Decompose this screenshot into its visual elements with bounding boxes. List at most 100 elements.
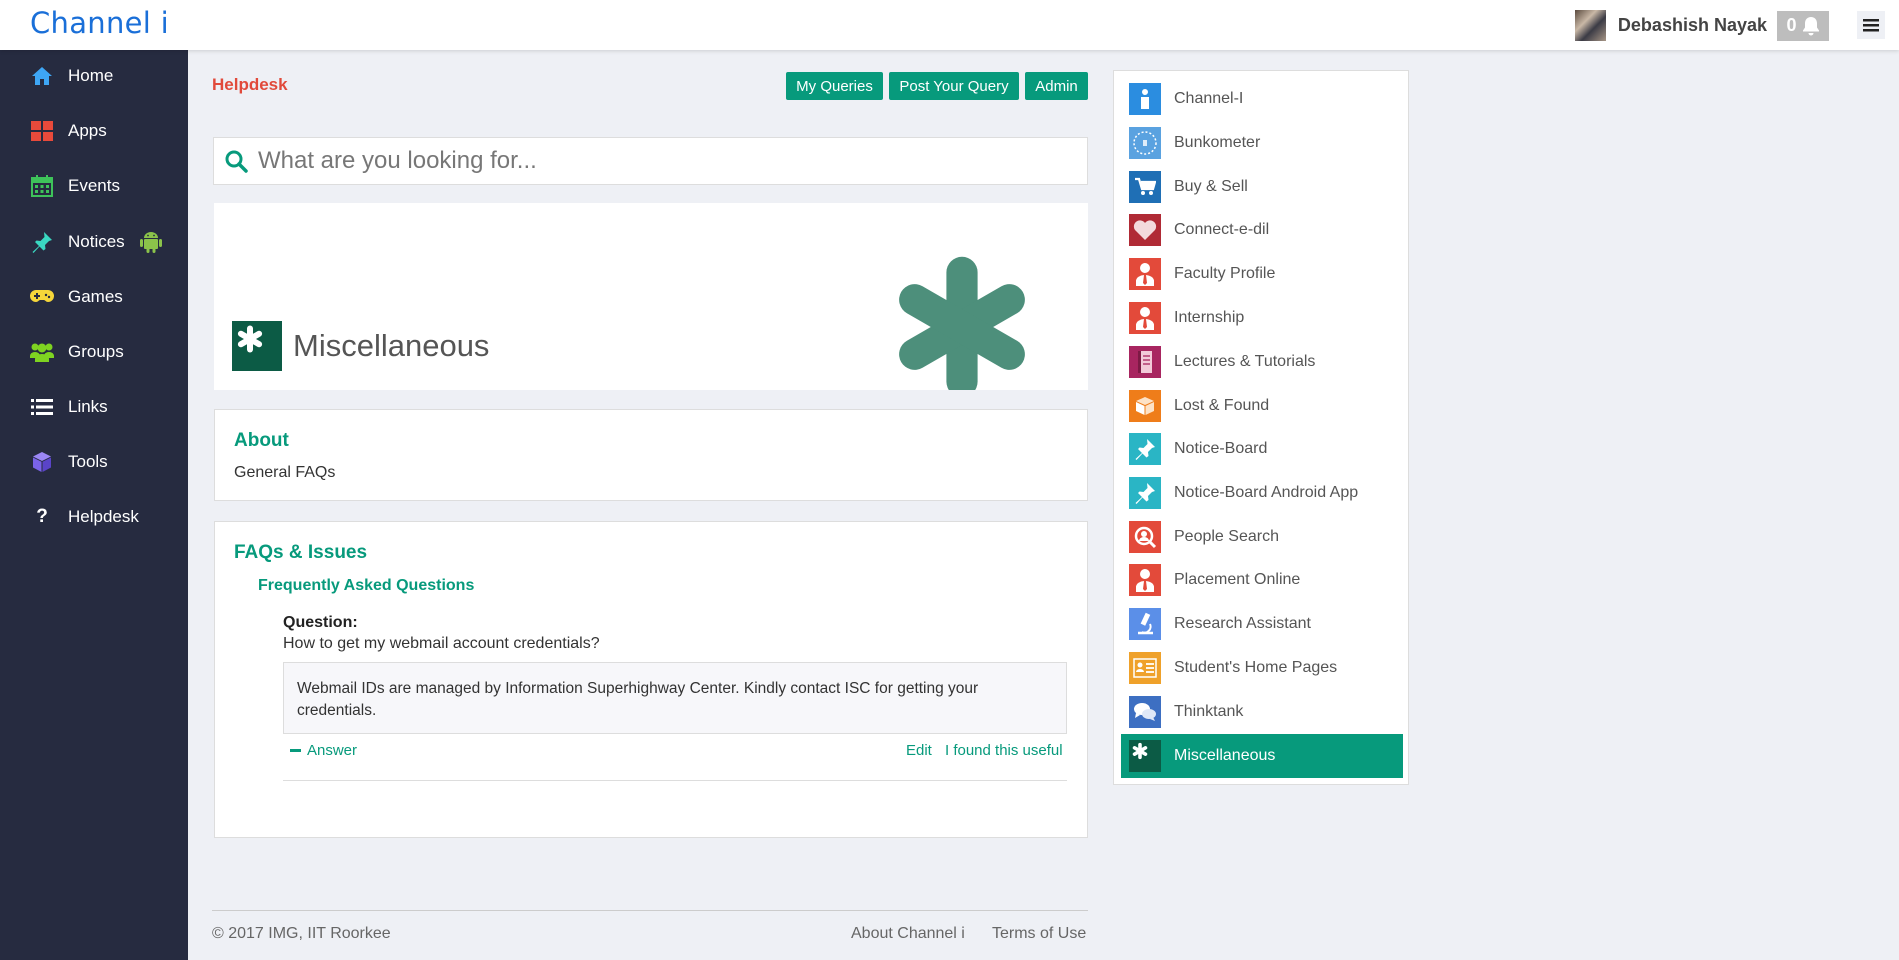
sidebar-item-label: Events <box>68 176 120 195</box>
calendar-icon <box>30 174 54 198</box>
divider <box>283 780 1067 781</box>
app-item-channel-i[interactable]: Channel-I <box>1121 77 1403 121</box>
notifications-button[interactable]: 0 <box>1777 10 1829 41</box>
bell-icon <box>1802 16 1819 35</box>
brand-logo[interactable]: Channel i <box>30 6 169 40</box>
asterisk-large-icon <box>899 256 1025 390</box>
cube-icon <box>30 450 54 474</box>
sidebar-item-label: Games <box>68 287 123 306</box>
search-input[interactable] <box>258 147 1058 175</box>
app-item-miscellaneous[interactable]: Miscellaneous <box>1121 734 1403 778</box>
sidebar-item-games[interactable]: Games <box>0 277 188 317</box>
answer-toggle[interactable]: Answer <box>290 742 357 759</box>
category-banner: Miscellaneous <box>214 203 1088 390</box>
app-item-label: Buy & Sell <box>1174 178 1248 195</box>
edit-link[interactable]: Edit <box>906 742 932 759</box>
app-item-label: Faculty Profile <box>1174 265 1276 282</box>
notification-count: 0 <box>1786 15 1797 35</box>
question-icon: ? <box>36 506 48 527</box>
id-card-icon <box>1129 652 1161 684</box>
app-item-connect-e-dil[interactable]: Connect-e-dil <box>1121 208 1403 252</box>
app-item-label: Internship <box>1174 309 1245 326</box>
user-area: Debashish Nayak 0 <box>1574 10 1829 41</box>
person-search-icon <box>1129 521 1161 553</box>
clock-icon <box>1129 127 1161 159</box>
page-title: Helpdesk <box>212 75 288 94</box>
answer-box: Webmail IDs are managed by Information S… <box>283 662 1067 734</box>
app-item-notice-board-android[interactable]: Notice-Board Android App <box>1121 471 1403 515</box>
about-heading: About <box>234 430 289 451</box>
app-item-label: Lectures & Tutorials <box>1174 353 1316 370</box>
sidebar-item-helpdesk[interactable]: ? Helpdesk <box>0 497 188 537</box>
search-bar <box>213 137 1088 185</box>
sidebar-item-apps[interactable]: Apps <box>0 111 188 151</box>
footer-divider <box>212 910 1088 911</box>
faqs-heading: FAQs & Issues <box>234 542 368 563</box>
sidebar-item-links[interactable]: Links <box>0 387 188 427</box>
app-item-label: Thinktank <box>1174 703 1244 720</box>
users-icon <box>30 340 54 364</box>
app-item-label: Channel-I <box>1174 90 1244 107</box>
question-label: Question: <box>283 614 358 631</box>
about-channel-i-link[interactable]: About Channel i <box>851 925 965 943</box>
banner-title: Miscellaneous <box>293 328 490 363</box>
person-tie-icon <box>1129 302 1161 334</box>
answer-text: Webmail IDs are managed by Information S… <box>297 680 979 719</box>
sidebar-item-label: Apps <box>68 121 107 140</box>
sidebar: Home Apps Events Notices Games Groups Li… <box>0 50 188 960</box>
search-icon <box>225 150 248 173</box>
sidebar-item-notices[interactable]: Notices <box>0 222 188 262</box>
pin-icon <box>1129 477 1161 509</box>
app-item-thinktank[interactable]: Thinktank <box>1121 690 1403 734</box>
terms-of-use-link[interactable]: Terms of Use <box>992 925 1086 943</box>
android-icon[interactable] <box>140 230 162 254</box>
hamburger-icon <box>1863 19 1879 32</box>
home-icon <box>30 64 54 88</box>
microscope-icon <box>1129 608 1161 640</box>
sidebar-item-groups[interactable]: Groups <box>0 332 188 372</box>
faqs-card: FAQs & Issues Frequently Asked Questions… <box>214 521 1088 838</box>
book-icon <box>1129 346 1161 378</box>
app-item-buy-sell[interactable]: Buy & Sell <box>1121 165 1403 209</box>
app-item-research-assistant[interactable]: Research Assistant <box>1121 602 1403 646</box>
minus-icon <box>290 749 301 752</box>
app-item-students-home-pages[interactable]: Student's Home Pages <box>1121 646 1403 690</box>
sidebar-item-tools[interactable]: Tools <box>0 442 188 482</box>
app-item-placement-online[interactable]: Placement Online <box>1121 558 1403 602</box>
list-icon <box>30 395 54 419</box>
useful-link[interactable]: I found this useful <box>945 742 1063 759</box>
top-navbar: Channel i Debashish Nayak 0 <box>0 0 1899 50</box>
app-item-lectures-tutorials[interactable]: Lectures & Tutorials <box>1121 340 1403 384</box>
app-item-label: Notice-Board Android App <box>1174 484 1359 501</box>
channel-i-icon <box>1129 83 1161 115</box>
avatar[interactable] <box>1574 10 1606 41</box>
about-card: About General FAQs <box>214 409 1088 501</box>
question-text: How to get my webmail account credential… <box>283 635 600 652</box>
answer-toggle-label: Answer <box>307 742 358 759</box>
app-item-faculty-profile[interactable]: Faculty Profile <box>1121 252 1403 296</box>
app-item-people-search[interactable]: People Search <box>1121 515 1403 559</box>
hamburger-menu-button[interactable] <box>1857 11 1885 39</box>
app-item-label: Research Assistant <box>1174 615 1311 632</box>
app-item-label: People Search <box>1174 528 1279 545</box>
sidebar-item-home[interactable]: Home <box>0 56 188 96</box>
user-name[interactable]: Debashish Nayak <box>1618 15 1767 36</box>
app-item-label: Lost & Found <box>1174 397 1270 414</box>
admin-button[interactable]: Admin <box>1025 72 1088 100</box>
person-tie-icon <box>1129 564 1161 596</box>
about-body: General FAQs <box>234 464 336 481</box>
app-list: Channel-I Bunkometer Buy & Sell Connect-… <box>1113 70 1409 785</box>
sidebar-item-events[interactable]: Events <box>0 166 188 206</box>
app-item-bunkometer[interactable]: Bunkometer <box>1121 121 1403 165</box>
sidebar-item-label: Home <box>68 66 114 85</box>
heart-icon <box>1129 214 1161 246</box>
app-item-lost-found[interactable]: Lost & Found <box>1121 384 1403 428</box>
box-icon <box>1129 390 1161 422</box>
my-queries-button[interactable]: My Queries <box>786 72 883 100</box>
post-query-button[interactable]: Post Your Query <box>889 72 1019 100</box>
app-item-label: Bunkometer <box>1174 134 1261 151</box>
chat-icon <box>1129 696 1161 728</box>
app-item-notice-board[interactable]: Notice-Board <box>1121 427 1403 471</box>
app-item-internship[interactable]: Internship <box>1121 296 1403 340</box>
app-item-label: Connect-e-dil <box>1174 221 1270 238</box>
